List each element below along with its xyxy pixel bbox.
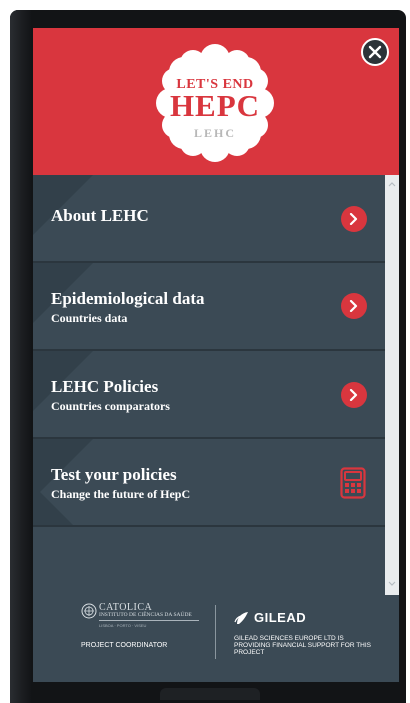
- close-button[interactable]: [361, 38, 389, 66]
- main-menu: About LEHC Epidemiological data Countrie…: [33, 175, 385, 527]
- close-icon: [368, 45, 382, 59]
- gilead-statement: GILEAD SCIENCES EUROPE LTD IS PROVIDING …: [234, 635, 372, 656]
- logo-text-hepc: HEPC: [169, 88, 261, 123]
- sponsors-footer: CATOLICA INSTITUTO DE CIÊNCIAS DA SAÚDE …: [33, 595, 399, 682]
- catolica-underline: [99, 620, 199, 621]
- menu-item-title: Epidemiological data: [51, 289, 205, 308]
- gilead-name: GILEAD: [254, 610, 307, 625]
- menu-item-epidemiological-data[interactable]: Epidemiological data Countries data: [33, 263, 385, 351]
- project-coordinator-label: PROJECT COORDINATOR: [81, 642, 168, 649]
- gilead-logo-icon: [234, 612, 248, 624]
- calculator-icon[interactable]: [340, 467, 366, 499]
- chevron-right-icon: [349, 213, 358, 225]
- menu-item-test-your-policies[interactable]: Test your policies Change the future of …: [33, 439, 385, 527]
- scroll-up-icon[interactable]: [388, 181, 396, 187]
- chevron-right-icon: [349, 389, 358, 401]
- menu-item-subtitle: Change the future of HepC: [51, 487, 191, 501]
- chevron-right-button[interactable]: [341, 293, 367, 319]
- footer-divider: [215, 605, 216, 659]
- scroll-down-icon[interactable]: [388, 581, 396, 587]
- menu-item-title: Test your policies: [51, 465, 177, 484]
- chevron-right-button[interactable]: [341, 206, 367, 232]
- logo-text-lehc: LEHC: [193, 126, 236, 140]
- phone-home-button: [160, 688, 260, 700]
- menu-scrollbar[interactable]: [385, 175, 399, 595]
- menu-item-subtitle: Countries comparators: [51, 399, 170, 413]
- menu-item-lehc-policies[interactable]: LEHC Policies Countries comparators: [33, 351, 385, 439]
- chevron-right-icon: [349, 300, 358, 312]
- menu-item-title: About LEHC: [51, 206, 149, 225]
- app-screen: LET'S END HEPC LEHC About LEHC Epidemiol…: [33, 28, 399, 682]
- menu-item-about-lehc[interactable]: About LEHC: [33, 175, 385, 263]
- chevron-right-button[interactable]: [341, 382, 367, 408]
- lets-end-hepc-logo: LET'S END HEPC LEHC: [154, 42, 276, 164]
- header-banner: LET'S END HEPC LEHC: [33, 28, 399, 175]
- menu-item-subtitle: Countries data: [51, 311, 128, 325]
- menu-item-title: LEHC Policies: [51, 377, 159, 396]
- menu-decoration: [33, 175, 93, 235]
- phone-bezel: [10, 10, 32, 703]
- catolica-emblem-icon: [81, 603, 97, 619]
- catolica-subtitle: LISBOA · PORTO · VISEU: [99, 623, 147, 628]
- catolica-institute: INSTITUTO DE CIÊNCIAS DA SAÚDE: [99, 612, 192, 618]
